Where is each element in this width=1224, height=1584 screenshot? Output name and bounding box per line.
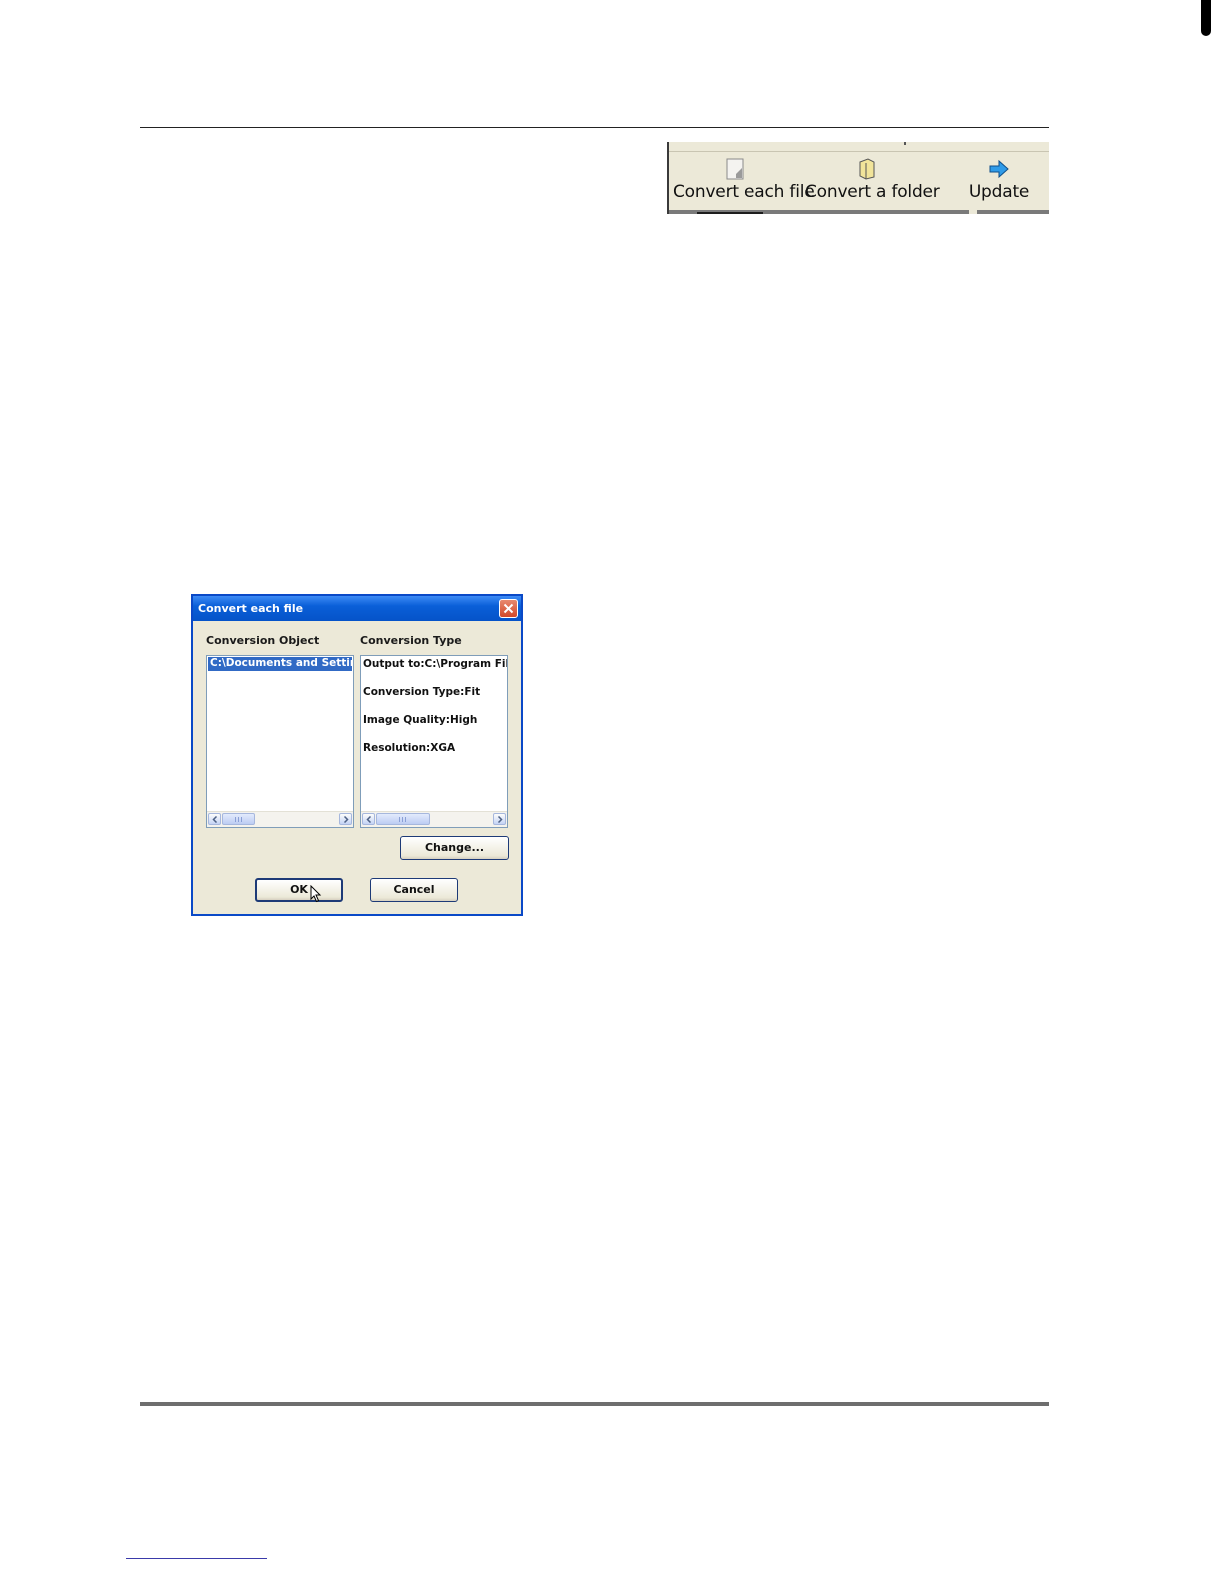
conversion-object-scrollbar[interactable] [207, 811, 353, 827]
arrow-right-icon [989, 159, 1009, 179]
chevron-left-icon [366, 816, 372, 823]
change-button[interactable]: Change... [400, 836, 509, 860]
conversion-object-header: Conversion Object [206, 634, 320, 647]
header-rule [140, 127, 1049, 128]
conversion-type-list[interactable]: Output to:C:\Program Files Conversion Ty… [360, 655, 508, 828]
scroll-thumb[interactable] [376, 813, 430, 825]
toolbar-tick [904, 142, 906, 145]
document-icon [726, 158, 744, 180]
conversion-type-scrollbar[interactable] [361, 811, 507, 827]
footer-rule [140, 1402, 1049, 1406]
update-button[interactable]: Update [959, 156, 1039, 208]
page-edge-mark [1201, 0, 1211, 36]
scroll-thumb[interactable] [222, 813, 255, 825]
convert-each-file-label: Convert each file [673, 182, 815, 202]
convert-a-folder-button[interactable]: Convert a folder [805, 156, 940, 208]
convert-a-folder-label: Convert a folder [805, 182, 940, 202]
convert-each-file-dialog: Convert each file Conversion Object Conv… [191, 594, 523, 916]
chevron-left-icon [212, 816, 218, 823]
folder-icon [859, 158, 875, 180]
toolbar-bottom-gap [969, 208, 977, 214]
mouse-pointer-icon [310, 885, 322, 903]
conversion-type-header: Conversion Type [360, 634, 462, 647]
resolution-line: Resolution:XGA [363, 742, 456, 754]
scroll-right-button[interactable] [339, 813, 352, 825]
list-item[interactable]: C:\Documents and Settings [208, 657, 352, 671]
scroll-left-button[interactable] [208, 813, 221, 825]
chevron-right-icon [497, 816, 503, 823]
scroll-grip [234, 817, 243, 822]
output-path-line: Output to:C:\Program Files [363, 658, 508, 670]
ok-button[interactable]: OK [255, 878, 343, 902]
toolbar-top-divider [669, 151, 1049, 152]
dialog-titlebar[interactable]: Convert each file [193, 596, 521, 621]
chevron-right-icon [343, 816, 349, 823]
conversion-type-line: Conversion Type:Fit [363, 686, 481, 698]
footer-link-underline [126, 1558, 267, 1559]
conversion-object-list[interactable]: C:\Documents and Settings [206, 655, 354, 828]
close-icon [503, 603, 514, 614]
cancel-button[interactable]: Cancel [370, 878, 458, 902]
scroll-right-button[interactable] [493, 813, 506, 825]
converter-toolbar: Convert each file Convert a folder Updat… [667, 142, 1049, 214]
dialog-title: Convert each file [198, 602, 304, 615]
scroll-left-button[interactable] [362, 813, 375, 825]
toolbar-status-fragment [697, 212, 763, 214]
image-quality-line: Image Quality:High [363, 714, 478, 726]
scroll-grip [399, 817, 407, 822]
convert-each-file-button[interactable]: Convert each file [673, 156, 815, 208]
close-button[interactable] [499, 599, 518, 618]
update-label: Update [968, 182, 1030, 202]
